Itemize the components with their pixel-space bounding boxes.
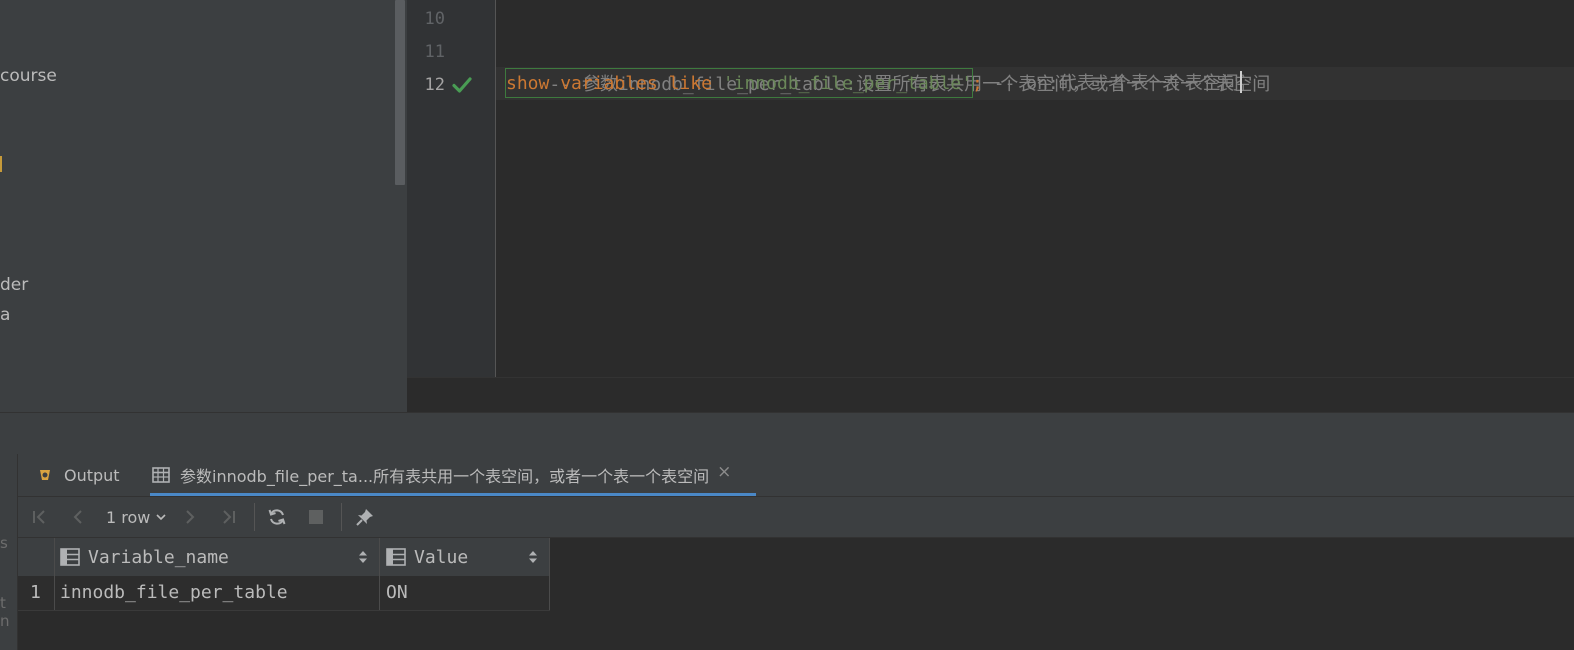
grid-header: Variable_name Value [18,538,550,576]
strip-text: t n [0,594,10,630]
line-number: 11 [424,42,445,62]
tree-marker [0,156,2,172]
services-header-band [0,412,1574,455]
pin-icon[interactable] [355,507,375,527]
gutter-separator [495,0,496,377]
table-row[interactable]: 1 innodb_file_per_table ON [18,576,550,611]
first-page-icon[interactable] [30,507,50,527]
tree-item-a[interactable]: a [0,305,10,325]
result-grid: Variable_name Value 1 innodb_file_per_ta… [18,538,1574,650]
sort-icon[interactable] [528,549,538,565]
column-header-label: Value [414,546,469,568]
bottom-left-strip: s t n [0,454,18,650]
table-icon [152,467,170,483]
tab-output-label: Output [64,465,120,485]
active-tab-underline [150,493,756,496]
last-page-icon[interactable] [218,507,238,527]
strip-text: s [0,534,8,552]
cell-value[interactable]: ON [386,576,408,610]
check-icon[interactable] [451,74,473,96]
toolbar-separator [341,503,342,531]
result-tabs-bar: Output 参数innodb_file_per_ta...所有表共用一个表空间… [18,454,1574,497]
tab-result-label: 参数innodb_file_per_ta...所有表共用一个表空间，或者一个表一… [180,467,710,486]
column-separator[interactable] [549,538,550,610]
line-number: 10 [424,9,445,29]
text-caret [1239,71,1242,93]
project-tree-panel: course der a [0,0,393,412]
keyword-show: show [506,73,550,94]
editor-bottom-area [407,377,1574,413]
sql-editor[interactable]: 10 11 12 -- 参数innodb_file_per_table:设置所有… [407,0,1574,377]
sql-comment-prefix: -- on: [993,73,1059,94]
rows-count-label: 1 row [106,507,151,527]
semicolon: ; [972,73,983,94]
close-icon[interactable]: × [717,462,731,482]
output-icon [40,470,50,480]
column-separator [54,538,55,610]
column-icon [386,548,406,566]
column-header-label: Variable_name [88,546,229,568]
column-separator[interactable] [379,538,380,610]
tree-item-der[interactable]: der [0,275,28,295]
line-number-current: 12 [424,75,445,95]
stop-icon[interactable] [306,507,326,527]
keyword-like: like [668,73,712,94]
column-icon [60,548,80,566]
toolbar-separator [254,503,255,531]
string-literal: 'innodb_file_per_table' [722,73,973,94]
tree-item-course[interactable]: course [0,66,57,86]
result-toolbar: 1 row [18,497,1574,538]
refresh-icon[interactable] [267,507,287,527]
column-header-value[interactable]: Value [386,538,468,576]
tree-scrollbar-thumb[interactable] [395,0,405,185]
tab-query-result[interactable]: 参数innodb_file_per_ta...所有表共用一个表空间，或者一个表一… [152,454,731,496]
rows-count-dropdown[interactable]: 1 row [106,497,167,537]
cell-variable-name[interactable]: innodb_file_per_table [60,576,288,610]
sql-comment-cjk: 代表一个表一个表空间 [1058,73,1239,94]
tab-output[interactable]: Output [36,454,120,496]
row-number: 1 [30,582,41,603]
prev-page-icon[interactable] [68,507,88,527]
column-header-variable-name[interactable]: Variable_name [60,538,229,576]
sort-icon[interactable] [358,549,368,565]
next-page-icon[interactable] [180,507,200,527]
chevron-down-icon [156,514,166,521]
code-line-12[interactable]: show variables like 'innodb_file_per_tab… [506,67,1242,100]
keyword-variables: variables [560,73,658,94]
editor-gutter: 10 11 12 [407,0,495,377]
